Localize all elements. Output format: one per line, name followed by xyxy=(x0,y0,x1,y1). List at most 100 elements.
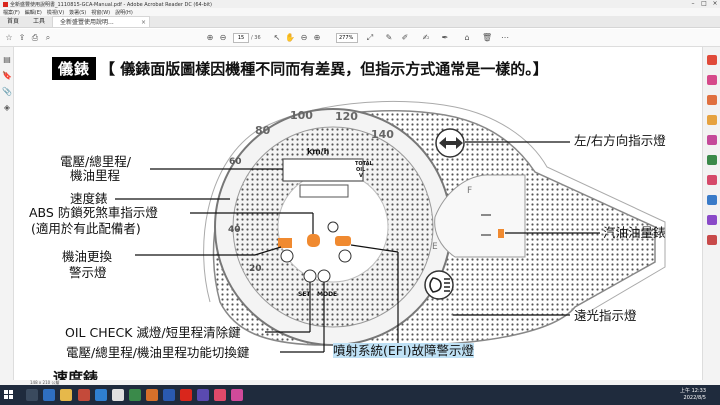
oil-check-lamp xyxy=(278,238,292,248)
upload-icon[interactable]: ⇪ xyxy=(17,33,27,43)
mode-label: MODE xyxy=(317,291,338,298)
prev-page-icon[interactable]: ⊕ xyxy=(205,33,215,43)
toolbar: ☆ ⇪ ⎙ ⌕ ⊕ ⊖ 15 / 36 ↖ ✋ ⊖ ⊕ 277% ⤢ ✎ ✐ ✍… xyxy=(0,29,720,47)
acrobat-icon xyxy=(3,1,8,7)
edit-pdf-icon[interactable] xyxy=(707,95,717,105)
organize-pages-icon[interactable] xyxy=(707,155,717,165)
zoom-in-icon[interactable]: ⊕ xyxy=(312,33,322,43)
close-icon[interactable]: × xyxy=(710,0,720,8)
fill-sign-tool-icon[interactable] xyxy=(707,195,717,205)
comment-icon[interactable]: ✎ xyxy=(384,33,394,43)
label-oil-change-line2: 警示燈 xyxy=(69,265,107,280)
fuel-empty-label: E xyxy=(432,242,438,252)
layers-icon[interactable]: ◈ xyxy=(2,103,12,113)
highlight-icon[interactable]: ✐ xyxy=(400,33,410,43)
tab-document[interactable]: 全新盛豐使用說明... × xyxy=(52,16,151,28)
efi-lamp xyxy=(335,236,351,246)
word-icon[interactable] xyxy=(163,389,175,401)
label-efi[interactable]: 噴射系統(EFI)故障警示燈 xyxy=(333,343,475,358)
set-button xyxy=(303,269,317,283)
fit-page-icon[interactable]: ⤢ xyxy=(365,33,375,43)
stamp-icon[interactable]: ⌂ xyxy=(462,33,472,43)
menu-file[interactable]: 檔案(F) xyxy=(3,9,20,16)
label-abs-line1: ABS 防鎖死煞車指示燈 xyxy=(29,205,158,220)
app-icon-4[interactable] xyxy=(214,389,226,401)
label-fuel-gauge: 汽油油量錶 xyxy=(603,225,666,240)
maximize-icon[interactable]: □ xyxy=(699,0,709,8)
app-icon-3[interactable] xyxy=(197,389,209,401)
menu-bar: 檔案(F) 編輯(E) 檢視(V) 簽署(S) 視窗(W) 說明(H) xyxy=(0,8,720,16)
menu-view[interactable]: 檢視(V) xyxy=(47,9,64,16)
lcd-display xyxy=(282,158,364,182)
chrome-icon[interactable] xyxy=(112,389,124,401)
indicator-left xyxy=(280,249,294,263)
fill-sign-icon[interactable]: ✒ xyxy=(440,33,450,43)
fuel-pump-icon xyxy=(498,229,504,238)
volt-label: V xyxy=(359,173,363,179)
protect-icon[interactable] xyxy=(707,175,717,185)
print-icon[interactable]: ⎙ xyxy=(30,33,40,43)
gauge-tick-80: 80 xyxy=(255,124,271,137)
more-tools-icon[interactable]: ⋯ xyxy=(500,33,510,43)
minimize-icon[interactable]: – xyxy=(688,0,698,8)
app-icon-1[interactable] xyxy=(78,389,90,401)
search-taskbar-icon[interactable] xyxy=(26,389,38,401)
edge-icon[interactable] xyxy=(95,389,107,401)
set-label: SET xyxy=(298,291,311,298)
zoom-out-icon[interactable]: ⊖ xyxy=(299,33,309,43)
acrobat-window: 全新盛豐使用說明書_1110815-GCA-Manual.pdf - Adobe… xyxy=(0,0,720,405)
label-speedometer: 速度錶 xyxy=(70,191,108,206)
menu-sign[interactable]: 簽署(S) xyxy=(69,9,86,16)
zoom-select[interactable]: 277% xyxy=(336,33,358,43)
gauge-tick-100: 100 xyxy=(290,109,313,122)
label-abs-line2: (適用於有此配備者) xyxy=(31,221,141,236)
app-icon-2[interactable] xyxy=(129,389,141,401)
tab-close-icon[interactable]: × xyxy=(141,17,146,28)
next-page-icon[interactable]: ⊖ xyxy=(218,33,228,43)
document-viewer: 儀錶 【 儀錶面版圖樣因機種不同而有差異，但指示方式通常是一樣的。】 20 40… xyxy=(15,47,702,380)
tab-document-label: 全新盛豐使用說明... xyxy=(60,19,114,26)
firefox-icon[interactable] xyxy=(146,389,158,401)
lcd-indicator xyxy=(299,184,349,198)
comment-tool-icon[interactable] xyxy=(707,115,717,125)
label-odometer-line2: 機油里程 xyxy=(70,168,121,183)
star-icon[interactable]: ☆ xyxy=(4,33,14,43)
clock-time: 上午 12:33 xyxy=(680,388,706,394)
tab-home[interactable]: 首頁 xyxy=(0,16,26,27)
label-oil-check-button: OIL CHECK 滅燈/短里程清除鍵 xyxy=(65,325,241,340)
more-tools-pane-icon[interactable] xyxy=(707,235,717,245)
search-icon[interactable]: ⌕ xyxy=(43,33,53,43)
create-pdf-icon[interactable] xyxy=(707,75,717,85)
window-title: 全新盛豐使用說明書_1110815-GCA-Manual.pdf - Adobe… xyxy=(10,1,212,8)
label-odometer-line1: 電壓/總里程/ xyxy=(60,154,131,169)
indicator-right xyxy=(338,249,352,263)
task-view-icon[interactable] xyxy=(43,389,55,401)
delete-icon[interactable]: 🗑 xyxy=(482,33,492,43)
draw-icon[interactable]: ✍ xyxy=(421,33,431,43)
attachments-icon[interactable]: 📎 xyxy=(2,87,12,97)
unit-label: km/h xyxy=(307,147,330,156)
bookmarks-icon[interactable]: 🔖 xyxy=(2,71,12,81)
select-cursor-icon[interactable]: ↖ xyxy=(272,33,282,43)
tab-tools[interactable]: 工具 xyxy=(26,16,52,27)
menu-edit[interactable]: 編輯(E) xyxy=(25,9,42,16)
right-tools-pane xyxy=(702,47,720,380)
left-navigation-pane: ▤ 🔖 📎 ◈ xyxy=(0,47,14,380)
page-thumbnails-icon[interactable]: ▤ xyxy=(2,55,12,65)
windows-start-icon[interactable] xyxy=(4,390,14,400)
gauge-tick-140: 140 xyxy=(371,128,394,141)
title-bar: 全新盛豐使用說明書_1110815-GCA-Manual.pdf - Adobe… xyxy=(0,0,720,8)
menu-window[interactable]: 視窗(W) xyxy=(91,9,110,16)
app-icon-5[interactable] xyxy=(231,389,243,401)
combine-files-icon[interactable] xyxy=(707,135,717,145)
hand-icon[interactable]: ✋ xyxy=(285,33,295,43)
page-number-input[interactable]: 15 xyxy=(233,33,249,43)
acrobat-taskbar-icon[interactable] xyxy=(180,389,192,401)
page-total: / 36 xyxy=(251,35,261,41)
file-explorer-icon[interactable] xyxy=(60,389,72,401)
indicator-center xyxy=(327,221,339,233)
send-review-icon[interactable] xyxy=(707,215,717,225)
menu-help[interactable]: 說明(H) xyxy=(115,9,133,16)
export-pdf-icon[interactable] xyxy=(707,55,717,65)
system-clock[interactable]: 上午 12:33 2022/8/5 xyxy=(680,388,706,402)
